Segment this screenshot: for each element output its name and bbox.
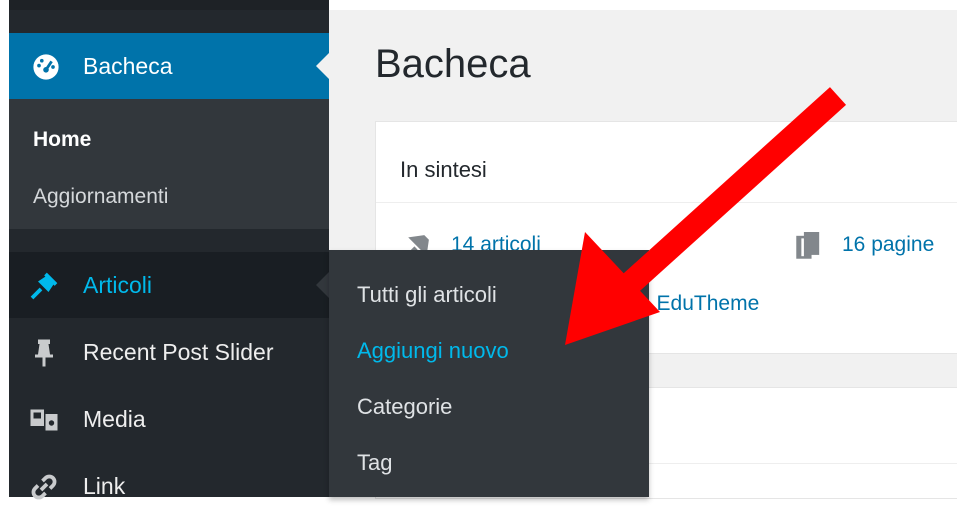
sidebar-item-recent-post-slider[interactable]: Recent Post Slider [9,319,329,385]
sidebar-item-label: Recent Post Slider [83,339,274,365]
widget-divider [376,202,957,203]
flyout-item-tags[interactable]: Tag [357,450,392,476]
sidebar-item-dashboard[interactable]: Bacheca [9,33,329,99]
submenu-item-home[interactable]: Home [33,128,91,152]
dashboard-submenu: Home Aggiornamenti [9,99,329,229]
sidebar-item-media[interactable]: Media [9,386,329,452]
sidebar-item-label: Articoli [83,272,153,298]
media-icon [30,409,58,431]
sidebar-item-label: Media [83,406,146,432]
sidebar-item-link[interactable]: Link [9,453,329,519]
link-icon [31,474,57,500]
active-menu-pointer [316,53,329,79]
pushpin-icon [35,339,53,367]
page-title: Bacheca [375,42,531,86]
submenu-item-updates[interactable]: Aggiornamenti [33,185,168,209]
admin-sidebar: Bacheca Home Aggiornamenti Articoli Rece… [9,10,329,500]
flyout-item-all-posts[interactable]: Tutti gli articoli [357,282,497,308]
flyout-item-categories[interactable]: Categorie [357,394,452,420]
widget-title[interactable]: In sintesi [400,157,487,183]
theme-link[interactable]: EduTheme [657,292,760,315]
pages-icon [796,232,820,259]
sidebar-item-label: Link [83,473,126,499]
pushpin-icon [30,272,58,300]
posts-flyout-submenu: Tutti gli articoli Aggiungi nuovo Catego… [329,250,649,497]
sidebar-item-posts[interactable]: Articoli [9,252,329,318]
dashboard-gauge-icon [33,54,59,80]
flyout-item-add-new[interactable]: Aggiungi nuovo [357,338,509,364]
flyout-pointer [316,272,329,298]
pages-count-link[interactable]: 16 pagine [842,233,934,257]
sidebar-item-label: Bacheca [83,53,173,79]
